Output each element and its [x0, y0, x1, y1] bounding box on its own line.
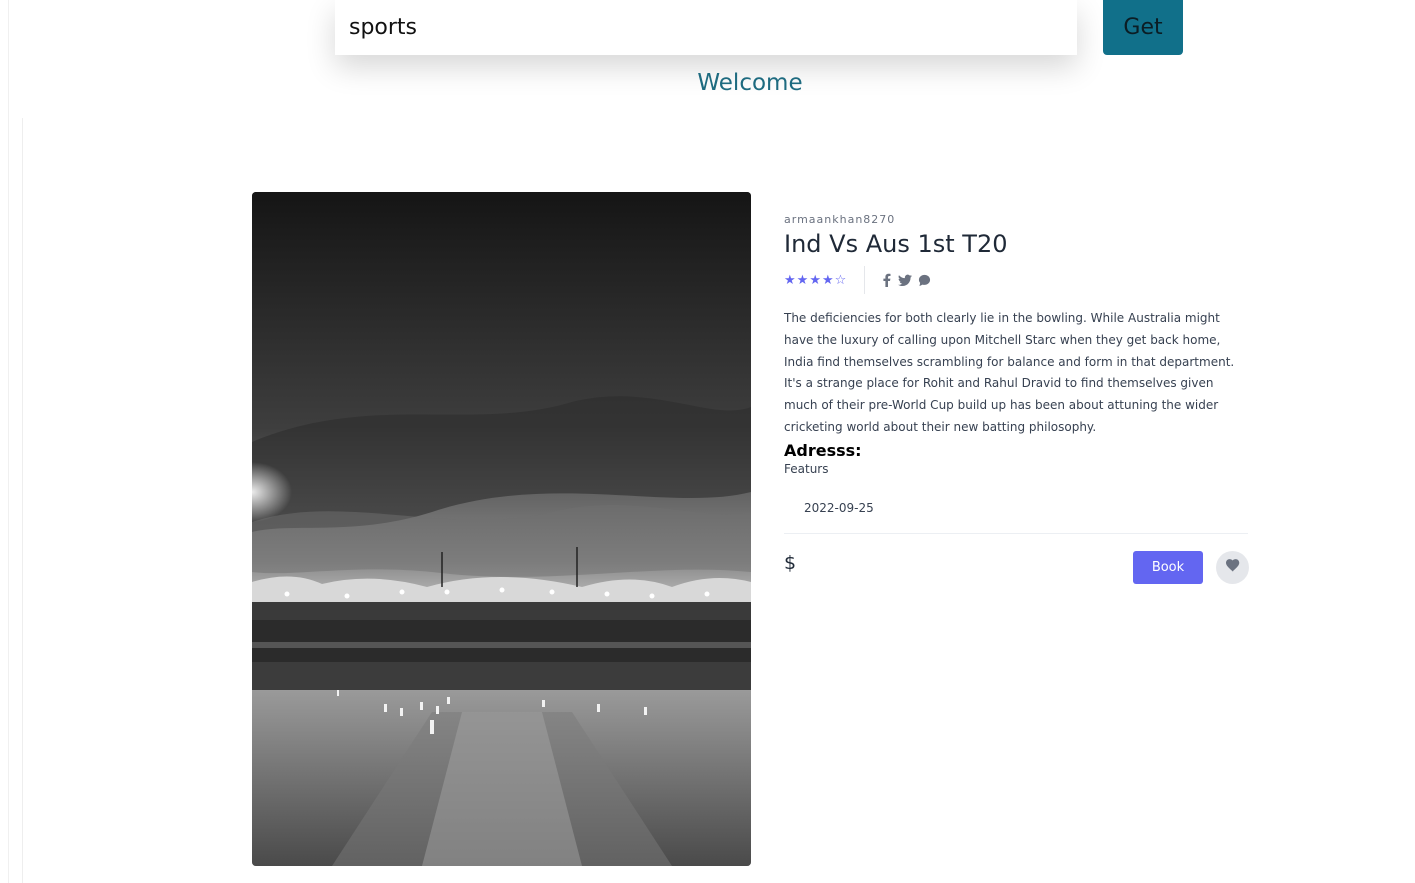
chat-icon[interactable] [917, 273, 931, 287]
star-filled-icon[interactable]: ★ [822, 272, 834, 288]
features-text: Featurs [784, 461, 829, 476]
meta-row: ★ ★ ★ ★ ☆ [784, 266, 1249, 294]
like-button[interactable] [1216, 550, 1249, 584]
social-links [865, 273, 931, 287]
star-filled-icon[interactable]: ★ [797, 272, 809, 288]
twitter-icon[interactable] [898, 273, 913, 287]
heart-icon [1225, 559, 1240, 575]
get-button[interactable]: Get [1103, 0, 1183, 55]
star-empty-icon[interactable]: ☆ [835, 272, 847, 288]
event-description: The deficiencies for both clearly lie in… [784, 311, 1235, 434]
event-image [252, 192, 751, 866]
event-card: armaankhan8270 Ind Vs Aus 1st T20 ★ ★ ★ … [22, 118, 1415, 883]
welcome-heading: Welcome [697, 70, 803, 96]
search-bar [335, 0, 1077, 55]
search-input[interactable] [349, 15, 1077, 40]
event-details: armaankhan8270 Ind Vs Aus 1st T20 ★ ★ ★ … [784, 213, 1249, 584]
event-title: Ind Vs Aus 1st T20 [784, 230, 1008, 258]
card-footer: $ Book [784, 534, 1249, 584]
page: Get Welcome [0, 0, 1415, 883]
address-label: Adresss: [784, 440, 862, 460]
page-edge [8, 0, 9, 883]
facebook-icon[interactable] [879, 273, 893, 287]
event-date: 2022-09-25 [804, 500, 874, 515]
star-filled-icon[interactable]: ★ [784, 272, 796, 288]
star-filled-icon[interactable]: ★ [809, 272, 821, 288]
book-button[interactable]: Book [1133, 550, 1203, 584]
price: $ [784, 551, 797, 574]
rating: ★ ★ ★ ★ ☆ [784, 272, 864, 288]
username: armaankhan8270 [784, 213, 896, 226]
